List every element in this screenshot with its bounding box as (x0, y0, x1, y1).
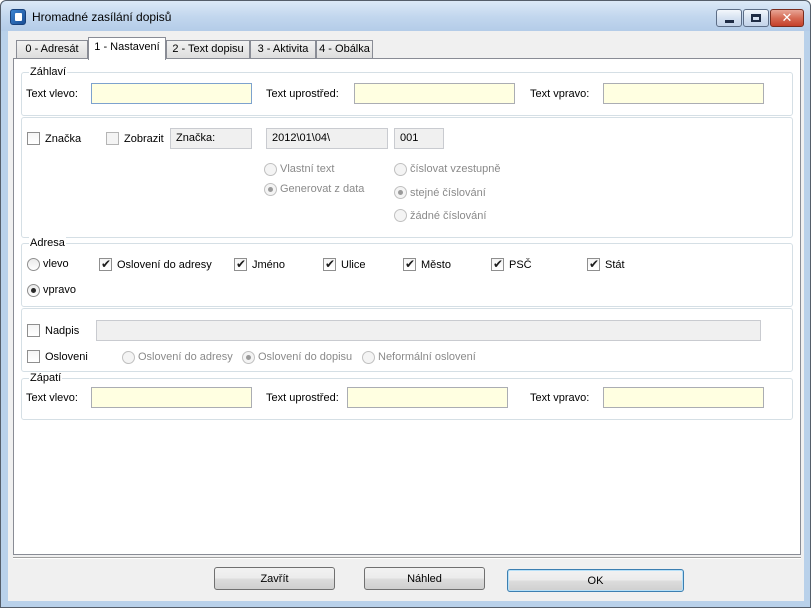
dialog-window: Hromadné zasílání dopisů ✕ 0 - Adresát 1… (0, 0, 811, 608)
sal-address-label: Oslovení do adresy (138, 351, 233, 363)
window-title: Hromadné zasílání dopisů (32, 10, 172, 24)
numbering-ascending-label: číslovat vzestupně (410, 163, 501, 175)
salutation-address-label: Oslovení do adresy (117, 259, 212, 271)
generate-from-data-radio[interactable] (264, 183, 277, 196)
numbering-same-label: stejné číslování (410, 187, 486, 199)
close-icon: ✕ (781, 10, 793, 26)
mark-date-field[interactable]: 2012\01\04\ (266, 128, 388, 149)
address-left-label: vlevo (43, 258, 69, 270)
city-label: Město (421, 259, 451, 271)
sal-informal-radio[interactable] (362, 351, 375, 364)
ok-button[interactable]: OK (507, 569, 684, 592)
city-checkbox[interactable]: ✔ (403, 257, 416, 271)
own-text-label: Vlastní text (280, 163, 335, 175)
address-group (21, 243, 793, 307)
country-checkbox[interactable]: ✔ (587, 257, 600, 271)
tab-text-dopisu[interactable]: 2 - Text dopisu (166, 40, 250, 59)
address-right-radio[interactable] (27, 284, 40, 297)
footer-right-input[interactable] (603, 387, 764, 408)
caption-label: Nadpis (45, 325, 80, 337)
mark-checkbox-label: Značka (45, 133, 82, 145)
footer-legend: Zápatí (29, 372, 63, 384)
sal-address-radio[interactable] (122, 351, 135, 364)
mark-field: Značka: (170, 128, 252, 149)
dialog-client: 0 - Adresát 1 - Nastavení 2 - Text dopis… (8, 31, 804, 601)
preview-button[interactable]: Náhled (364, 567, 485, 590)
close-button[interactable]: Zavřít (214, 567, 335, 590)
tab-aktivita[interactable]: 3 - Aktivita (250, 40, 316, 59)
street-label: Ulice (341, 259, 366, 271)
street-checkbox[interactable]: ✔ (323, 257, 336, 271)
salutation-label: Osloveni (45, 351, 88, 363)
address-legend: Adresa (29, 237, 66, 249)
own-text-radio[interactable] (264, 163, 277, 176)
tab-nastaveni[interactable]: 1 - Nastavení (88, 37, 166, 60)
name-checkbox[interactable]: ✔ (234, 257, 247, 271)
country-label: Stát (605, 259, 625, 271)
tab-adresat[interactable]: 0 - Adresát (16, 40, 88, 59)
separator (13, 557, 801, 559)
zip-checkbox[interactable]: ✔ (491, 257, 504, 271)
title-bar[interactable]: Hromadné zasílání dopisů ✕ (1, 1, 810, 31)
header-right-label: Text vpravo: (530, 88, 590, 100)
minimize-button[interactable] (716, 9, 742, 27)
footer-right-label: Text vpravo: (530, 392, 590, 404)
footer-left-input[interactable] (91, 387, 252, 408)
sal-letter-radio[interactable] (242, 351, 255, 364)
header-legend: Záhlaví (29, 66, 68, 78)
mark-number-field[interactable]: 001 (394, 128, 444, 149)
header-right-input[interactable] (603, 83, 764, 104)
minimize-icon (724, 19, 734, 23)
sal-letter-label: Oslovení do dopisu (258, 351, 353, 363)
mark-checkbox[interactable] (27, 132, 40, 145)
show-mark-checkbox[interactable] (106, 132, 119, 145)
header-left-label: Text vlevo: (26, 88, 78, 100)
salutation-checkbox[interactable] (27, 350, 40, 363)
settings-panel: Záhlaví Text vlevo: Text uprostřed: Text… (13, 58, 801, 555)
caption-checkbox[interactable] (27, 324, 40, 337)
salutation-address-checkbox[interactable]: ✔ (99, 257, 112, 271)
header-center-input[interactable] (354, 83, 515, 104)
close-window-button[interactable]: ✕ (770, 9, 804, 27)
address-left-radio[interactable] (27, 258, 40, 271)
numbering-ascending-radio[interactable] (394, 163, 407, 176)
show-mark-label: Zobrazit (124, 133, 164, 145)
footer-center-label: Text uprostřed: (266, 392, 339, 404)
maximize-button[interactable] (743, 9, 769, 27)
numbering-none-radio[interactable] (394, 209, 407, 222)
header-center-label: Text uprostřed: (266, 88, 339, 100)
tab-obalka[interactable]: 4 - Obálka (316, 40, 373, 59)
footer-center-input[interactable] (347, 387, 508, 408)
maximize-icon (751, 14, 761, 22)
header-left-input[interactable] (91, 83, 252, 104)
numbering-none-label: žádné číslování (410, 210, 487, 222)
caption-input[interactable] (96, 320, 761, 341)
generate-from-data-label: Generovat z data (280, 183, 365, 195)
numbering-same-radio[interactable] (394, 186, 407, 199)
app-icon (10, 9, 26, 25)
address-right-label: vpravo (43, 284, 77, 296)
name-label: Jméno (252, 259, 286, 271)
footer-left-label: Text vlevo: (26, 392, 78, 404)
zip-label: PSČ (509, 259, 532, 271)
sal-informal-label: Neformální oslovení (378, 351, 476, 363)
